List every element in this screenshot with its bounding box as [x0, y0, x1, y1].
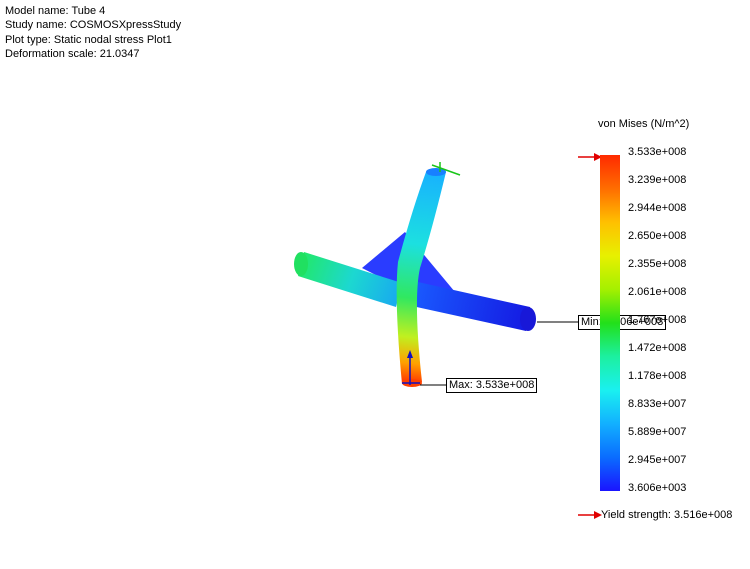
legend-tick-label: 2.650e+008	[628, 230, 687, 242]
yield-arrow-icon	[578, 511, 602, 519]
legend-tick-label: 3.239e+008	[628, 174, 687, 186]
legend-tick-label: 2.355e+008	[628, 258, 687, 270]
legend-tick-label: 3.533e+008	[628, 146, 687, 158]
legend-tick-label: 5.889e+007	[628, 426, 687, 438]
legend-tick-label: 1.767e+008	[628, 314, 687, 326]
legend-tick-label: 1.178e+008	[628, 370, 687, 382]
legend-tick-label: 2.945e+007	[628, 454, 687, 466]
yield-marker-icon	[578, 153, 602, 161]
stress-color-bar	[600, 155, 620, 491]
left-arm-end	[294, 252, 308, 276]
max-stress-callout: Max: 3.533e+008	[446, 378, 538, 393]
right-arm-tube	[412, 282, 530, 331]
legend-tick-label: 3.606e+003	[628, 482, 687, 494]
legend-tick-label: 1.472e+008	[628, 342, 687, 354]
legend-tick-label: 8.833e+007	[628, 398, 687, 410]
yield-strength-label: Yield strength: 3.516e+008	[601, 509, 733, 521]
legend-title: von Mises (N/m^2)	[598, 118, 690, 130]
legend-tick-label: 2.061e+008	[628, 286, 687, 298]
legend-tick-label: 2.944e+008	[628, 202, 687, 214]
right-arm-end	[520, 307, 536, 331]
